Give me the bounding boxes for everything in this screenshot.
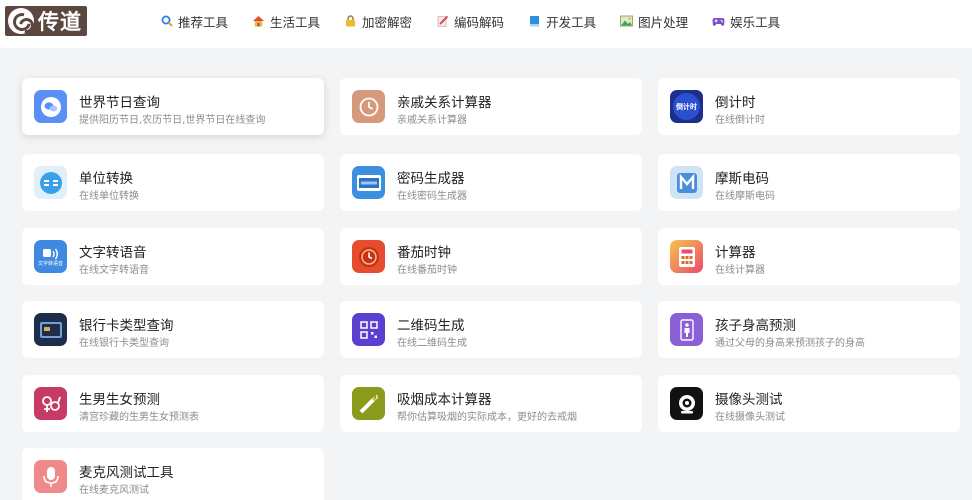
tool-desc: 在线摄像头测试	[715, 412, 785, 423]
tool-card-camera-test[interactable]: 摄像头测试 在线摄像头测试	[658, 375, 960, 432]
tool-card-child-height[interactable]: 孩子身高预测 通过父母的身高来预测孩子的身高	[658, 301, 960, 358]
unit-convert-icon	[34, 166, 67, 199]
morse-icon	[670, 166, 703, 199]
tool-desc: 在线文字转语音	[79, 265, 149, 276]
tool-title: 银行卡类型查询	[79, 318, 174, 334]
top-header: 传道 推荐工具 生活工具 加密解密 编码解码 开发工具 图片处理 娱乐工具	[0, 0, 972, 48]
tool-card-microphone-test[interactable]: 麦克风测试工具 在线麦克风测试	[22, 448, 324, 500]
nav-label: 娱乐工具	[730, 14, 781, 30]
tool-desc: 在线计算器	[715, 265, 765, 276]
tool-title: 二维码生成	[397, 318, 465, 334]
tool-desc: 帮你估算吸烟的实际成本，更好的去戒烟	[397, 412, 577, 423]
nav-item-fun[interactable]: 娱乐工具	[712, 12, 780, 30]
tool-card-password-generator[interactable]: 密码生成器 在线密码生成器	[340, 154, 642, 211]
tool-card-gender-predict[interactable]: 生男生女预测 清宫珍藏的生男生女预测表	[22, 375, 324, 432]
tool-desc: 在线二维码生成	[397, 338, 467, 349]
tool-card-world-festival[interactable]: 世界节日查询 提供阳历节日,农历节日,世界节日在线查询	[22, 78, 324, 135]
countdown-icon-text: 倒计时	[673, 93, 700, 120]
height-icon	[670, 313, 703, 346]
nav-item-encrypt[interactable]: 加密解密	[344, 12, 412, 30]
tool-title: 单位转换	[79, 171, 133, 187]
tool-desc: 在线单位转换	[79, 191, 139, 202]
tool-card-bank-card[interactable]: 银行卡类型查询 在线银行卡类型查询	[22, 301, 324, 358]
nav-item-encode[interactable]: 编码解码	[436, 12, 504, 30]
main-nav: 推荐工具 生活工具 加密解密 编码解码 开发工具 图片处理 娱乐工具	[160, 12, 804, 30]
tool-desc: 在线麦克风测试	[79, 485, 149, 496]
tool-title: 生男生女预测	[79, 392, 160, 408]
password-icon	[352, 166, 385, 199]
edit-icon	[436, 15, 449, 28]
tool-title: 倒计时	[715, 95, 756, 111]
tomato-clock-icon	[352, 240, 385, 273]
tool-title: 吸烟成本计算器	[397, 392, 492, 408]
tool-desc: 在线番茄时钟	[397, 265, 457, 276]
tool-title: 计算器	[715, 245, 756, 261]
tool-card-smoking-cost[interactable]: 吸烟成本计算器 帮你估算吸烟的实际成本，更好的去戒烟	[340, 375, 642, 432]
tool-title: 番茄时钟	[397, 245, 451, 261]
tool-card-countdown[interactable]: 倒计时 倒计时 在线倒计时	[658, 78, 960, 135]
tool-desc: 清宫珍藏的生男生女预测表	[79, 412, 199, 423]
tool-title: 亲戚关系计算器	[397, 95, 492, 111]
tool-card-qrcode[interactable]: 二维码生成 在线二维码生成	[340, 301, 642, 358]
tool-card-calculator[interactable]: 计算器 在线计算器	[658, 228, 960, 285]
tool-desc: 提供阳历节日,农历节日,世界节日在线查询	[79, 115, 266, 126]
speech-bubble-icon	[34, 90, 67, 123]
nav-item-image[interactable]: 图片处理	[620, 12, 688, 30]
image-icon	[620, 15, 633, 28]
site-logo[interactable]: 传道	[5, 6, 87, 36]
cigarette-icon	[352, 387, 385, 420]
book-icon	[528, 15, 541, 28]
tool-title: 密码生成器	[397, 171, 465, 187]
camera-icon	[670, 387, 703, 420]
text-to-speech-icon-text: 文字转语音	[37, 260, 63, 267]
qrcode-icon	[352, 313, 385, 346]
home-icon	[252, 15, 265, 28]
nav-label: 推荐工具	[178, 14, 229, 30]
text-to-speech-icon: 文字转语音	[34, 240, 67, 273]
tool-card-morse-code[interactable]: 摩斯电码 在线摩斯电码	[658, 154, 960, 211]
tool-desc: 在线倒计时	[715, 115, 765, 126]
microphone-icon	[34, 460, 67, 493]
tool-desc: 通过父母的身高来预测孩子的身高	[715, 338, 865, 349]
nav-label: 开发工具	[546, 14, 597, 30]
calculator-icon	[670, 240, 703, 273]
nav-label: 生活工具	[270, 14, 321, 30]
lock-icon	[344, 15, 357, 28]
logo-text: 传道	[38, 10, 82, 34]
countdown-icon: 倒计时	[670, 90, 703, 123]
tool-title: 文字转语音	[79, 245, 147, 261]
nav-label: 图片处理	[638, 14, 689, 30]
nav-label: 编码解码	[454, 14, 505, 30]
bank-card-icon	[34, 313, 67, 346]
tool-title: 孩子身高预测	[715, 318, 796, 334]
tool-desc: 在线银行卡类型查询	[79, 338, 169, 349]
nav-item-dev[interactable]: 开发工具	[528, 12, 596, 30]
gamepad-icon	[712, 15, 725, 28]
tool-title: 摄像头测试	[715, 392, 783, 408]
tool-title: 摩斯电码	[715, 171, 769, 187]
tool-card-tomato-clock[interactable]: 番茄时钟 在线番茄时钟	[340, 228, 642, 285]
clock-icon	[352, 90, 385, 123]
tool-card-relative-calculator[interactable]: 亲戚关系计算器 亲戚关系计算器	[340, 78, 642, 135]
nav-item-life[interactable]: 生活工具	[252, 12, 320, 30]
tool-desc: 在线密码生成器	[397, 191, 467, 202]
gender-icon	[34, 387, 67, 420]
search-icon	[160, 15, 173, 28]
tool-card-text-to-speech[interactable]: 文字转语音 文字转语音 在线文字转语音	[22, 228, 324, 285]
nav-label: 加密解密	[362, 14, 413, 30]
tool-title: 世界节日查询	[79, 95, 160, 111]
tool-card-unit-convert[interactable]: 单位转换 在线单位转换	[22, 154, 324, 211]
nav-item-recommended[interactable]: 推荐工具	[160, 12, 228, 30]
tool-desc: 亲戚关系计算器	[397, 115, 467, 126]
logo-icon	[8, 8, 34, 34]
tool-title: 麦克风测试工具	[79, 465, 174, 481]
tool-desc: 在线摩斯电码	[715, 191, 775, 202]
